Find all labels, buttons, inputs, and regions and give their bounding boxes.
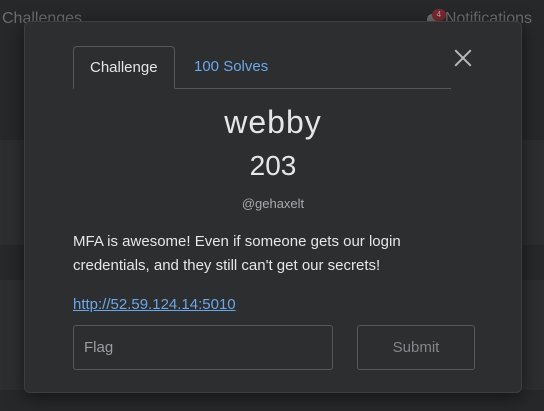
notification-count-badge: 4 bbox=[431, 9, 446, 21]
submit-button[interactable]: Submit bbox=[357, 325, 475, 370]
close-icon[interactable] bbox=[453, 48, 473, 68]
challenge-points: 203 bbox=[249, 150, 297, 181]
challenge-modal: Challenge 100 Solves webby 203 @gehaxelt… bbox=[24, 21, 522, 393]
challenge-title: webby bbox=[224, 104, 322, 140]
challenge-link[interactable]: http://52.59.124.14:5010 bbox=[73, 296, 236, 313]
challenge-description: MFA is awesome! Even if someone gets our… bbox=[73, 233, 401, 274]
modal-tabs: Challenge 100 Solves bbox=[73, 46, 451, 89]
tab-challenge[interactable]: Challenge bbox=[73, 46, 175, 89]
flag-input[interactable] bbox=[73, 325, 333, 370]
challenge-author: @gehaxelt bbox=[241, 196, 305, 211]
tab-solves[interactable]: 100 Solves bbox=[178, 46, 284, 88]
